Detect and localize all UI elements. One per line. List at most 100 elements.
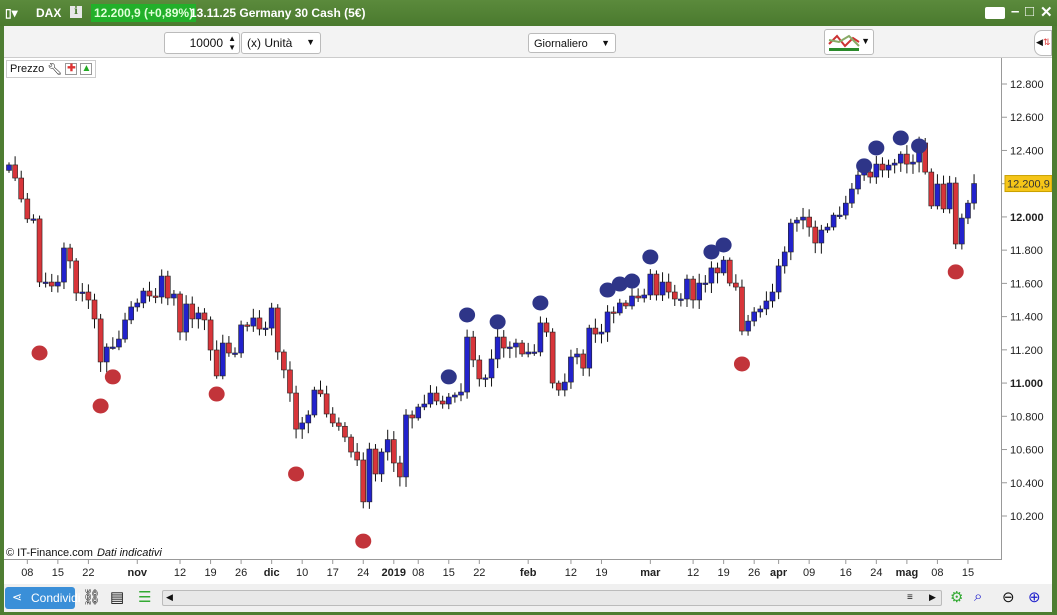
candle-up bbox=[842, 202, 849, 216]
minimize-button[interactable]: – bbox=[1011, 3, 1019, 20]
candle-up bbox=[494, 336, 501, 360]
side-panel-toggle[interactable]: ◀⇅ bbox=[1034, 30, 1052, 56]
candle-up bbox=[568, 356, 574, 383]
chevron-down-icon: ▼ bbox=[306, 37, 315, 47]
candle-up bbox=[488, 358, 495, 379]
candle-up bbox=[158, 275, 165, 298]
candle-down bbox=[476, 359, 483, 380]
high-signal-marker bbox=[892, 130, 909, 146]
x-tick-label: nov bbox=[127, 567, 147, 579]
high-signal-marker bbox=[642, 249, 659, 265]
candle-down bbox=[470, 336, 477, 361]
candle-up bbox=[122, 319, 128, 340]
candle-down bbox=[555, 382, 562, 391]
x-tick-label: 2019 bbox=[382, 567, 406, 579]
candle-up bbox=[384, 439, 391, 453]
horizontal-scrollbar[interactable]: ◀ ≡ ▶ bbox=[162, 590, 942, 606]
candle-up bbox=[830, 214, 837, 228]
x-tick-label: 19 bbox=[595, 567, 607, 579]
candle-up bbox=[934, 183, 941, 207]
candle-up bbox=[763, 300, 770, 310]
candle-up bbox=[183, 303, 189, 333]
candle-up bbox=[897, 153, 904, 164]
candle-up bbox=[262, 327, 269, 330]
high-signal-marker bbox=[868, 140, 885, 156]
candle-down bbox=[714, 267, 721, 274]
candle-up bbox=[445, 396, 452, 405]
info-icon[interactable]: i bbox=[70, 6, 82, 18]
candle-up bbox=[482, 377, 489, 380]
candle-down bbox=[293, 392, 299, 430]
x-tick-label: 10 bbox=[296, 567, 308, 579]
x-tick-label: 24 bbox=[870, 567, 882, 579]
candle-up bbox=[965, 202, 971, 219]
layout-icon[interactable]: ☰ bbox=[138, 588, 151, 606]
candle-up bbox=[684, 278, 690, 300]
maximize-button[interactable]: □ bbox=[1025, 3, 1034, 20]
candle-up bbox=[946, 182, 953, 210]
wrench-icon[interactable]: 🔧︎ bbox=[47, 62, 62, 76]
low-signal-marker bbox=[733, 356, 750, 372]
close-button[interactable]: ✕ bbox=[1040, 3, 1053, 21]
zoom-in-icon[interactable]: ⊕ bbox=[1028, 588, 1041, 606]
candle-down bbox=[348, 436, 354, 453]
scroll-right-button[interactable]: ▶ bbox=[929, 592, 936, 603]
candle-down bbox=[580, 353, 586, 369]
y-tick-label: 10.200 bbox=[1010, 511, 1044, 523]
timeframe-select[interactable]: Giornaliero ▼ bbox=[528, 33, 616, 53]
candle-up bbox=[586, 327, 593, 369]
high-signal-marker bbox=[911, 138, 928, 154]
share-button[interactable]: ⋖ Condividi bbox=[5, 587, 80, 609]
x-tick-label: 26 bbox=[235, 567, 247, 579]
candle-down bbox=[152, 295, 159, 298]
y-tick-label: 11.800 bbox=[1010, 245, 1043, 257]
candle-up bbox=[30, 218, 37, 221]
instrument-description: 13.11.25 Germany 30 Cash (5€) bbox=[190, 6, 366, 20]
zoom-out-icon[interactable]: ⊖ bbox=[1002, 588, 1015, 606]
high-signal-marker bbox=[624, 273, 641, 289]
candle-up bbox=[818, 229, 825, 244]
title-bar: ▯▾ DAX i 12.200,9 (+0,89%) 13.11.25 Germ… bbox=[0, 0, 1057, 26]
candle-down bbox=[904, 153, 910, 165]
scroll-thumb[interactable]: ≡ bbox=[907, 592, 913, 603]
candle-down bbox=[733, 282, 739, 288]
indicators-button[interactable]: ▼ bbox=[824, 29, 874, 55]
candle-down bbox=[812, 226, 819, 244]
candle-up bbox=[788, 222, 794, 253]
candle-down bbox=[665, 281, 672, 293]
x-tick-label: 08 bbox=[21, 567, 33, 579]
candle-up bbox=[525, 351, 531, 355]
candle-up bbox=[720, 259, 727, 274]
x-tick-label: mar bbox=[640, 567, 661, 579]
symbol-label[interactable]: DAX bbox=[36, 6, 61, 20]
candle-up bbox=[647, 273, 654, 296]
candle-up bbox=[195, 312, 202, 320]
candle-up bbox=[849, 188, 855, 204]
x-tick-label: 08 bbox=[931, 567, 943, 579]
x-tick-label: mag bbox=[896, 567, 919, 579]
candle-down bbox=[690, 278, 696, 301]
candle-up bbox=[855, 174, 861, 190]
candle-down bbox=[671, 291, 678, 300]
chart-type-icon[interactable]: ⛓ bbox=[82, 588, 101, 606]
quantity-stepper[interactable]: ▲ ▼ bbox=[228, 34, 236, 52]
candle-down bbox=[36, 218, 43, 283]
candle-down bbox=[928, 171, 935, 207]
candle-up bbox=[238, 324, 244, 354]
notes-icon[interactable]: ▤ bbox=[110, 588, 124, 606]
candlestick-menu-icon[interactable]: ▯▾ bbox=[5, 6, 18, 20]
chart-settings-icon[interactable]: ⚙ bbox=[950, 588, 963, 606]
keyboard-icon[interactable] bbox=[985, 7, 1005, 19]
scroll-left-button[interactable]: ◀ bbox=[166, 592, 173, 603]
zoom-fit-icon[interactable]: ⌕ bbox=[974, 588, 982, 605]
remove-indicator-icon[interactable]: ✚ bbox=[65, 63, 78, 75]
candle-down bbox=[18, 177, 25, 200]
candle-up bbox=[531, 351, 538, 354]
copyright: © IT-Finance.com Dati indicativi bbox=[6, 547, 162, 559]
move-up-icon[interactable]: ▲ bbox=[80, 63, 93, 75]
quantity-input[interactable]: 10000 ▲ ▼ bbox=[164, 32, 240, 54]
chevron-down-icon: ▼ bbox=[601, 38, 610, 48]
candle-up bbox=[464, 336, 470, 393]
y-tick-label: 11.400 bbox=[1010, 312, 1043, 324]
unit-select[interactable]: (x) Unità ▼ bbox=[241, 32, 321, 54]
